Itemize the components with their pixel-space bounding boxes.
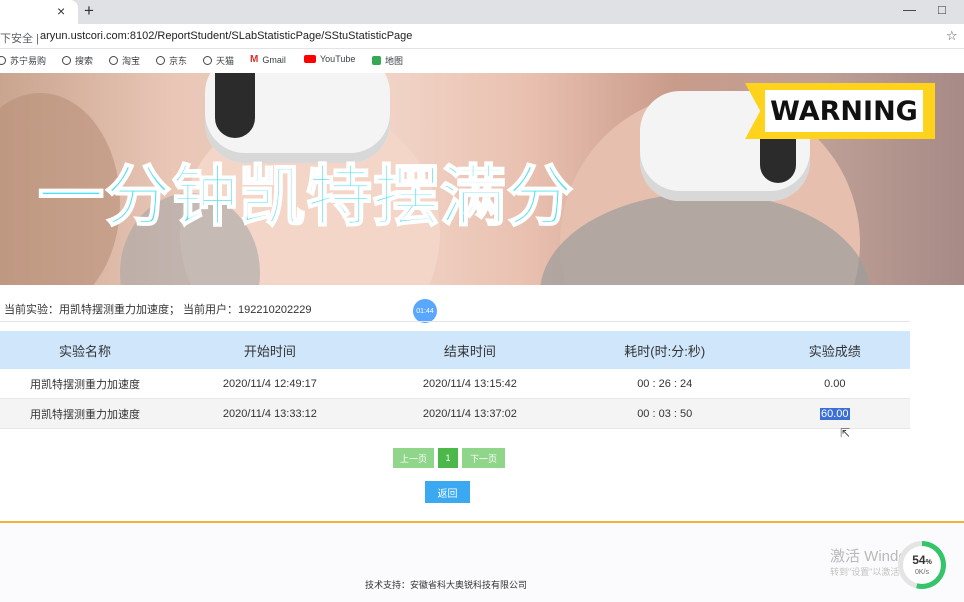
globe-icon <box>203 56 212 65</box>
bookmark-label: 天猫 <box>216 56 235 66</box>
warning-sign: WARNING <box>745 83 935 139</box>
column-header: 耗时(时:分:秒) <box>569 331 760 369</box>
bookmark-star-icon[interactable]: ☆ <box>946 28 958 44</box>
speed-rate: 0K/s <box>914 568 929 576</box>
table-cell: 00 : 26 : 24 <box>569 369 760 399</box>
bookmark-suning[interactable]: 苏宁易购 <box>0 54 46 67</box>
bookmark-jd[interactable]: 京东 <box>156 54 187 67</box>
bookmarks-bar: 苏宁易购 搜索 淘宝 京东 天猫 M Gmail YouTube 地图 <box>0 49 964 72</box>
globe-icon <box>156 56 165 65</box>
address-bar[interactable]: 下安全 | aryun.ustcori.com:8102/ReportStude… <box>0 24 964 49</box>
selected-score-text[interactable]: 60.00 <box>820 407 850 420</box>
bookmark-taobao[interactable]: 淘宝 <box>109 54 140 67</box>
url-text[interactable]: aryun.ustcori.com:8102/ReportStudent/SLa… <box>40 30 412 42</box>
page-number-button[interactable]: 1 <box>438 448 458 468</box>
bookmark-label: 京东 <box>169 56 188 66</box>
security-indicator[interactable]: 下安全 | <box>0 30 39 46</box>
speed-widget[interactable]: 54% 0K/s <box>898 541 946 589</box>
column-header: 结束时间 <box>369 331 570 369</box>
bookmark-label: Gmail <box>262 54 286 65</box>
banner-image: 一分钟凯特摆满分 WARNING <box>0 73 964 285</box>
bookmark-gmail[interactable]: M Gmail <box>250 54 286 65</box>
new-tab-icon[interactable]: + <box>84 1 94 21</box>
warning-label: WARNING <box>765 90 923 132</box>
bookmark-label: 淘宝 <box>122 56 141 66</box>
minimize-icon[interactable]: — <box>903 2 916 17</box>
table-row: 用凯特摆测重力加速度 2020/11/4 12:49:17 2020/11/4 … <box>0 369 910 399</box>
column-header: 实验名称 <box>0 331 170 369</box>
bookmark-maps[interactable]: 地图 <box>372 54 403 67</box>
tech-support-text: 技术支持：安徽省科大奥锐科技有限公司 <box>365 580 528 590</box>
table-cell: 用凯特摆测重力加速度 <box>0 398 170 429</box>
youtube-icon <box>304 55 316 63</box>
overlay-title: 一分钟凯特摆满分 <box>37 157 574 236</box>
table-row: 用凯特摆测重力加速度 2020/11/4 13:33:12 2020/11/4 … <box>0 398 910 429</box>
table-header-row: 实验名称 开始时间 结束时间 耗时(时:分:秒) 实验成绩 <box>0 331 910 369</box>
speed-percent: 54% <box>912 552 932 567</box>
tab-strip: × + — □ <box>0 0 964 24</box>
back-button[interactable]: 返回 <box>425 481 470 503</box>
bookmark-label: YouTube <box>320 54 356 64</box>
table-cell: 60.00 <box>759 398 910 429</box>
table-cell: 2020/11/4 12:49:17 <box>169 369 370 399</box>
globe-icon <box>0 56 6 65</box>
mouse-cursor-icon: ⇱ <box>840 426 851 440</box>
table-cell: 2020/11/4 13:33:12 <box>169 398 370 429</box>
column-header: 开始时间 <box>169 331 370 369</box>
results-table: 实验名称 开始时间 结束时间 耗时(时:分:秒) 实验成绩 用凯特摆测重力加速度… <box>0 331 910 429</box>
browser-tab[interactable]: × <box>0 0 78 24</box>
divider <box>0 321 910 322</box>
table-cell: 0.00 <box>759 369 910 399</box>
bookmark-search[interactable]: 搜索 <box>62 54 93 67</box>
timer-badge: 01:44 <box>413 299 437 323</box>
close-tab-icon[interactable]: × <box>57 3 65 19</box>
globe-icon <box>109 56 118 65</box>
column-header: 实验成绩 <box>759 331 910 369</box>
bookmark-label: 苏宁易购 <box>10 56 47 66</box>
globe-icon <box>62 56 71 65</box>
table-cell: 2020/11/4 13:37:02 <box>369 398 570 429</box>
gmail-icon: M <box>250 54 259 65</box>
table-cell: 2020/11/4 13:15:42 <box>369 369 570 399</box>
maximize-icon[interactable]: □ <box>938 2 946 17</box>
bookmark-label: 搜索 <box>75 56 94 66</box>
experiment-info: 当前实验：用凯特摆测重力加速度； 当前用户：192210202229 <box>4 304 312 316</box>
speed-widget-inner: 54% 0K/s <box>903 546 941 584</box>
next-page-button[interactable]: 下一页 <box>462 448 505 468</box>
table-cell: 用凯特摆测重力加速度 <box>0 369 170 399</box>
prev-page-button[interactable]: 上一页 <box>393 448 434 468</box>
vr-visor-left <box>215 73 255 138</box>
bookmark-label: 地图 <box>385 56 404 66</box>
maps-icon <box>372 56 381 65</box>
bookmark-tmall[interactable]: 天猫 <box>203 54 234 67</box>
table-cell: 00 : 03 : 50 <box>569 398 760 429</box>
bookmark-youtube[interactable]: YouTube <box>304 54 355 64</box>
